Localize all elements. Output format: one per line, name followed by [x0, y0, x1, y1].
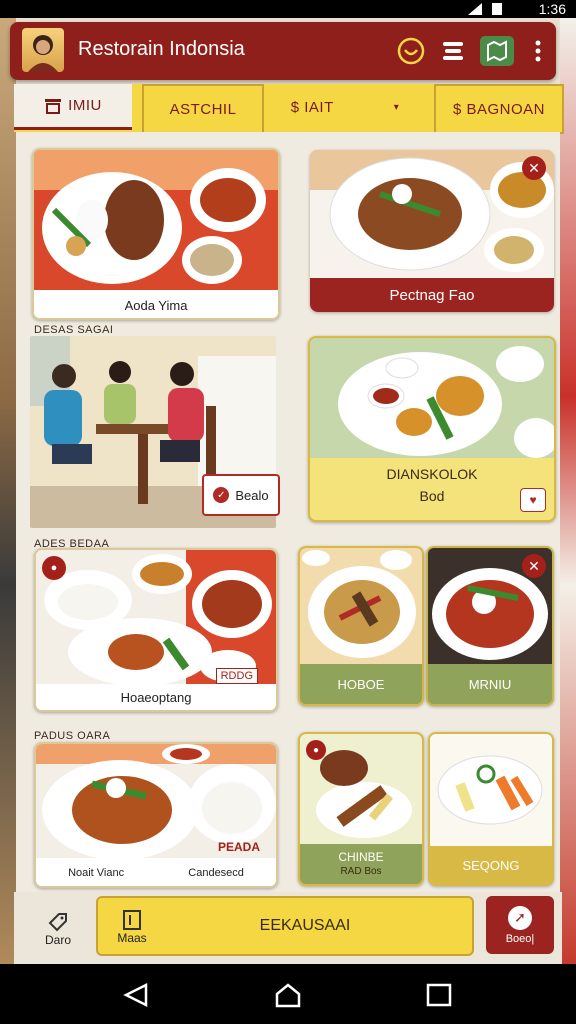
menu-card-caption: SEQONG [430, 846, 552, 884]
section-label: PADUS OARA [34, 730, 111, 742]
signal-icon [468, 3, 502, 15]
menu-card-aoda-yima[interactable]: Aoda Yima [32, 148, 280, 320]
app-title: Restorain Indonsia [78, 38, 245, 60]
receipt-icon [45, 98, 62, 114]
back-icon[interactable] [122, 982, 150, 1008]
tab-dropdown-icon: ▾ [393, 101, 400, 113]
tab-bagnoan-label: $ BAGNOAN [452, 100, 546, 118]
menu-card-subtitle: Bod [419, 488, 445, 504]
menu-card-caption: Aoda Yima [34, 292, 278, 318]
tab-iait-label: $ IAIT [290, 98, 334, 116]
menu-book-icon [123, 910, 141, 930]
dish-photo [300, 548, 422, 664]
menu-card-caption: Hoaeoptang [36, 684, 276, 710]
status-bar: 1:36 [0, 0, 576, 18]
bottom-right-button[interactable]: ➚ Boeo| [486, 896, 554, 954]
background-restaurant-left [0, 18, 16, 964]
recents-icon[interactable] [426, 983, 452, 1007]
section-label: DESAS SAGAI [34, 324, 114, 336]
check-icon: ✓ [213, 487, 230, 503]
menu-card-caption-row: Noait Vianc Candesecd [36, 860, 276, 886]
menu-card-chinbe[interactable]: ● CHINBE RAD Bos [298, 732, 424, 886]
tab-iait[interactable]: $ IAIT ▾ [270, 84, 420, 130]
tag-icon [48, 913, 67, 932]
home-icon[interactable] [274, 982, 302, 1008]
background-restaurant-right [560, 18, 576, 964]
tab-menu[interactable]: IMIU [14, 84, 132, 130]
menu-card-subtitle: RAD Bos [340, 866, 382, 877]
info-icon: ● [42, 556, 66, 580]
dish-photo [430, 734, 552, 846]
menu-stack-icon[interactable] [438, 36, 468, 66]
menu-card-title: DIANSKOLOK [386, 466, 478, 482]
tab-astchil[interactable]: ASTCHIL [142, 84, 264, 134]
menu-card-caption: Noait Vianc [68, 867, 125, 879]
favorite-icon[interactable]: ♥ [520, 488, 546, 512]
bottom-left-label: Daro [44, 933, 71, 947]
more-vert-icon[interactable] [528, 36, 548, 66]
menu-card-title: CHINBE [338, 850, 384, 864]
smile-icon[interactable] [396, 36, 426, 66]
menu-card-pectnag-fao[interactable]: ✕ Pectnag Fao [310, 150, 554, 312]
avatar[interactable] [22, 28, 64, 72]
close-icon[interactable]: ✕ [522, 156, 546, 180]
compass-icon: ➚ [508, 905, 532, 930]
clock: 1:36 [538, 1, 566, 17]
menu-card-mrniu[interactable]: ✕ MRNIU [426, 546, 554, 706]
main-action-icon-group: Maas [112, 906, 152, 948]
tab-menu-label: IMIU [68, 97, 102, 114]
bottom-action-bar: Daro Maas EEKAUSAAI ➚ Boeo| [14, 892, 562, 964]
bottom-right-label: Boeo| [505, 932, 535, 945]
system-nav-bar [0, 964, 576, 1024]
menu-grid: Aoda Yima ✕ Pectnag Fao DESAS SAGAI ✓ Be… [16, 132, 560, 902]
tab-astchil-label: ASTCHIL [169, 100, 237, 118]
dish-photo [36, 550, 276, 684]
dish-photo [310, 150, 554, 278]
dining-button-label: Bealo [235, 487, 269, 503]
menu-card-dianskolok[interactable]: DIANSKOLOK Bod ♥ [308, 336, 556, 522]
menu-card-caption: HOBOE [337, 676, 385, 692]
tab-bar: IMIU ASTCHIL $ IAIT ▾ $ BAGNOAN [14, 84, 564, 134]
menu-card-tag: PEADA [217, 840, 260, 854]
app-bar: Restorain Indonsia [10, 22, 556, 80]
menu-card-tag: RDDG [215, 668, 258, 684]
close-icon[interactable]: ✕ [522, 554, 546, 578]
map-icon[interactable] [480, 36, 514, 66]
bottom-left-button[interactable]: Daro [28, 902, 88, 956]
menu-card-hoboe[interactable]: HOBOE [298, 546, 424, 706]
main-action-button[interactable]: Maas EEKAUSAAI [96, 896, 474, 956]
menu-card-caption: Pectnag Fao [389, 286, 475, 304]
main-action-label: EEKAUSAAI [259, 917, 351, 934]
info-icon: ● [306, 740, 326, 760]
dish-photo [34, 150, 278, 290]
menu-card-seqong[interactable]: SEQONG [428, 732, 554, 886]
dish-photo [310, 338, 554, 458]
main-action-icon-label: Maas [117, 931, 147, 945]
tab-bagnoan[interactable]: $ BAGNOAN [434, 84, 564, 134]
menu-card-hoaeoptang[interactable]: ● RDDG Hoaeoptang [34, 548, 278, 712]
menu-card-caption: MRNIU [468, 676, 512, 692]
menu-card-noait-vianc[interactable]: PEADA Noait Vianc Candesecd [34, 742, 278, 888]
dining-button[interactable]: ✓ Bealo [202, 474, 280, 516]
menu-card-subtitle: Candesecd [188, 867, 244, 879]
